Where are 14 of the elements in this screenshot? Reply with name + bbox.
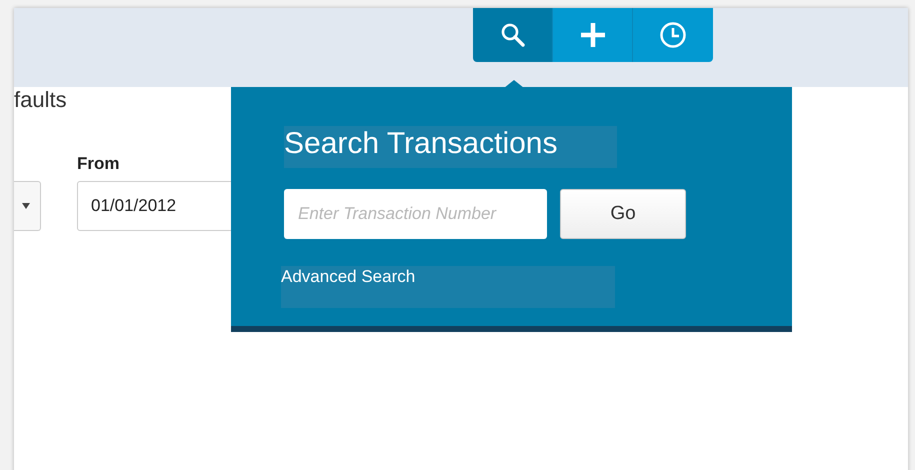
search-icon bbox=[500, 22, 526, 48]
search-button[interactable] bbox=[473, 8, 553, 62]
from-label: From bbox=[77, 155, 120, 173]
transaction-number-field[interactable]: Enter Transaction Number bbox=[284, 189, 547, 239]
dropdown-arrow-icon bbox=[22, 203, 30, 209]
page-heading: faults bbox=[14, 89, 68, 111]
go-button[interactable]: Go bbox=[560, 189, 686, 239]
advanced-search-link[interactable]: Advanced Search bbox=[281, 267, 416, 286]
popover-title: Search Transactions bbox=[284, 126, 617, 168]
history-button[interactable] bbox=[633, 8, 713, 62]
add-button[interactable] bbox=[553, 8, 633, 62]
clock-icon bbox=[659, 21, 687, 49]
plus-icon bbox=[578, 21, 606, 49]
select-field[interactable] bbox=[14, 181, 41, 231]
